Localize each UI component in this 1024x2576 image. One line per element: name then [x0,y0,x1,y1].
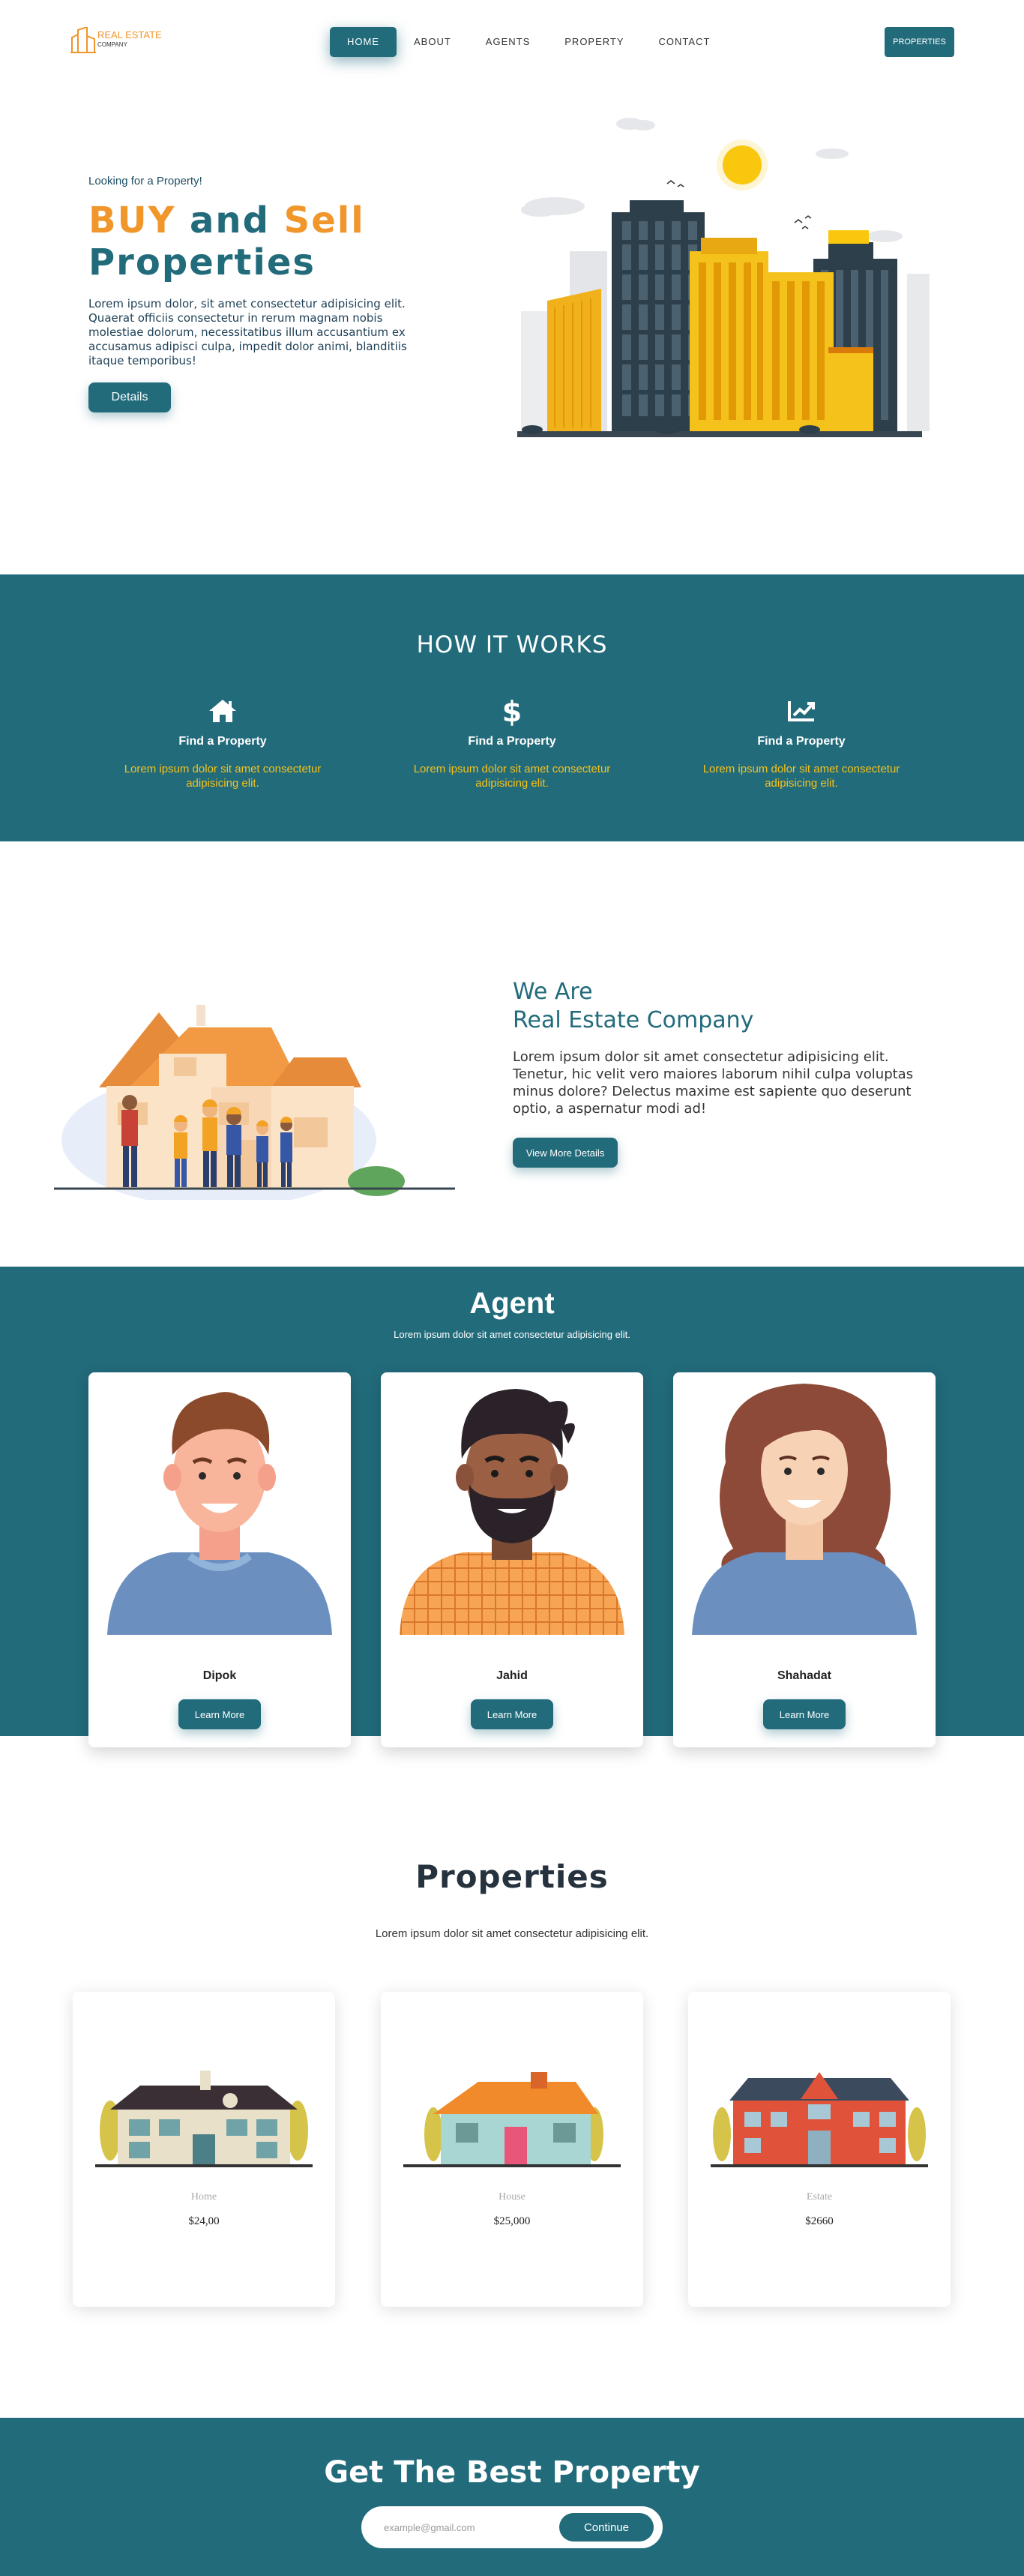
agent-name: Dipok [202,1669,237,1682]
properties-title: Properties [415,1858,609,1895]
feature-title: Find a Property [178,735,267,748]
nav-property[interactable]: PROPERTY [547,27,641,57]
properties-subtitle: Lorem ipsum dolor sit amet consectetur a… [375,1927,649,1940]
dollar-icon: $ [385,694,639,727]
newsletter-section: Get The Best Property Continue [0,2418,1024,2576]
hero-title-and: and [175,199,284,241]
properties-button[interactable]: PROPERTIES [885,27,954,57]
feature-title: Find a Property [757,735,846,748]
learn-more-button[interactable]: Learn More [763,1699,846,1729]
about-title: We Are Real Estate Company [513,978,753,1035]
nav-about[interactable]: ABOUT [397,27,469,57]
newsletter-title: Get The Best Property [324,2455,700,2490]
logo[interactable]: REAL ESTATE COMPANY [70,25,168,57]
agent-card: Shahadat Learn More [673,1372,936,1747]
about-title-line1: We Are [513,979,593,1005]
how-title: HOW IT WORKS [416,631,608,658]
learn-more-button[interactable]: Learn More [178,1699,261,1729]
home-icon [95,694,350,727]
property-price: $25,000 [493,2215,531,2227]
agent-card: Jahid Learn More [381,1372,643,1747]
agents-title: Agent [469,1287,555,1320]
property-card[interactable]: House $25,000 [381,1992,643,2307]
agent-name: Jahid [496,1669,528,1682]
hero-title-sell: Sell [283,199,365,241]
how-it-works-section: HOW IT WORKS Find a Property Lorem ipsum… [0,574,1024,841]
agent-avatar-illustration [692,1384,917,1635]
property-price: $2660 [805,2215,834,2227]
hero-title-buy: BUY [88,199,176,241]
nav-home[interactable]: HOME [330,27,397,57]
property-card[interactable]: Home $24,00 [73,1992,335,2307]
svg-text:$: $ [503,696,521,726]
agents-subtitle: Lorem ipsum dolor sit amet consectetur a… [394,1329,630,1340]
feature-card: $ Find a Property Lorem ipsum dolor sit … [385,694,639,790]
feature-card: Find a Property Lorem ipsum dolor sit am… [95,694,350,790]
property-card[interactable]: Estate $2660 [688,1992,951,2307]
feature-text: Lorem ipsum dolor sit amet consectetur a… [413,763,611,790]
main-menu: HOME ABOUT AGENTS PROPERTY CONTACT [330,27,727,57]
chart-icon [674,694,929,727]
property-type: Estate [806,2191,833,2203]
agent-avatar-illustration [400,1389,624,1635]
hero-title-properties: Properties [88,241,316,283]
house-workers-illustration [54,1005,455,1200]
house-image [95,2071,313,2167]
hero-subtitle: Looking for a Property! [88,175,202,187]
learn-more-button[interactable]: Learn More [471,1699,553,1729]
email-input[interactable] [384,2515,564,2539]
building-logo-icon [70,25,96,53]
logo-subtitle: COMPANY [97,41,127,48]
house-image [711,2072,928,2167]
about-description: Lorem ipsum dolor sit amet consectetur a… [513,1049,914,1117]
about-title-line2: Real Estate Company [513,1007,754,1033]
property-type: House [499,2191,525,2203]
property-price: $24,00 [188,2215,220,2227]
view-more-details-button[interactable]: View More Details [513,1138,618,1168]
house-image [403,2072,621,2167]
property-type: Home [190,2191,217,2203]
feature-text: Lorem ipsum dolor sit amet consectetur a… [702,763,900,790]
city-buildings-illustration [517,118,930,437]
hero-description: Lorem ipsum dolor, sit amet consectetur … [88,297,407,367]
continue-button[interactable]: Continue [559,2513,654,2542]
agent-card: Dipok Learn More [88,1372,351,1747]
subscribe-form: Continue [361,2506,663,2548]
feature-text: Lorem ipsum dolor sit amet consectetur a… [124,763,322,790]
feature-card: Find a Property Lorem ipsum dolor sit am… [674,694,929,790]
feature-title: Find a Property [468,735,556,748]
details-button[interactable]: Details [88,382,171,412]
agent-name: Shahadat [777,1669,831,1682]
nav-agents[interactable]: AGENTS [469,27,547,57]
nav-contact[interactable]: CONTACT [642,27,728,57]
logo-title: REAL ESTATE [97,29,162,40]
top-navbar: REAL ESTATE COMPANY HOME ABOUT AGENTS PR… [0,0,1024,87]
hero-title: BUY and Sell Properties [88,199,365,283]
agent-avatar-illustration [107,1392,332,1635]
